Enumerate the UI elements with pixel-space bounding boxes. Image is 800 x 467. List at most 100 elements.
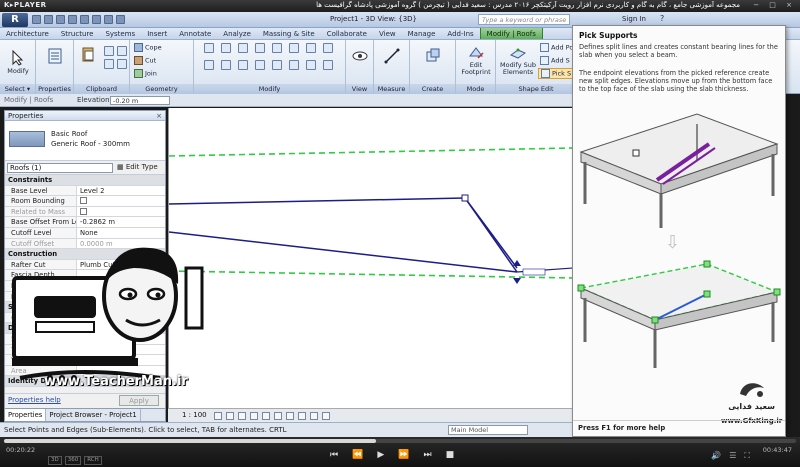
tab-insert[interactable]: Insert <box>141 28 173 39</box>
volume-icon[interactable]: 🔊 <box>711 451 721 461</box>
match-type-icon[interactable] <box>104 59 114 69</box>
tab-collaborate[interactable]: Collaborate <box>321 28 373 39</box>
tab-view[interactable]: View <box>373 28 402 39</box>
tab-structure[interactable]: Structure <box>55 28 100 39</box>
create-similar-button[interactable] <box>422 48 444 66</box>
forward-icon[interactable]: ⏩ <box>398 450 409 460</box>
offset-icon[interactable] <box>221 43 231 53</box>
modify-sub-elements-button[interactable]: Modify Sub Elements <box>498 44 538 76</box>
split-icon[interactable] <box>204 60 214 70</box>
next-icon[interactable]: ⏭ <box>423 450 431 460</box>
scale-icon[interactable] <box>255 60 265 70</box>
temp-hide-icon[interactable] <box>310 412 318 420</box>
save-icon[interactable] <box>44 15 53 24</box>
view-scale[interactable]: 1 : 100 <box>182 409 207 422</box>
detail-level-icon[interactable] <box>214 412 222 420</box>
mirror-draw-icon[interactable] <box>255 43 265 53</box>
elevation-input[interactable]: -0.20 m <box>110 96 170 105</box>
edit-type-button[interactable]: ▦ Edit Type <box>117 163 158 171</box>
tab-analyze[interactable]: Analyze <box>217 28 257 39</box>
cut-tool-icon[interactable] <box>104 46 114 56</box>
visual-style-icon[interactable] <box>226 412 234 420</box>
property-value[interactable]: Level 2 <box>77 185 165 196</box>
properties-help-link[interactable]: Properties help <box>8 396 61 404</box>
unpin-icon[interactable] <box>289 60 299 70</box>
property-value[interactable]: -0.2862 m <box>77 217 165 227</box>
help-icon[interactable]: ? <box>660 14 664 23</box>
modify-button[interactable]: Modify <box>2 50 34 75</box>
lock-3d-icon[interactable] <box>298 412 306 420</box>
tab-manage[interactable]: Manage <box>402 28 442 39</box>
badge-360[interactable]: 360 <box>64 456 82 465</box>
sun-path-icon[interactable] <box>238 412 246 420</box>
rotate-icon[interactable] <box>306 43 316 53</box>
tab-modify-roofs[interactable]: Modify | Roofs <box>479 28 543 39</box>
play-icon[interactable]: ▶ <box>377 450 384 460</box>
pick-supports-button[interactable]: Pick S <box>538 68 575 79</box>
shadows-icon[interactable] <box>250 412 258 420</box>
property-group-header[interactable]: Constraints <box>5 175 165 186</box>
instance-filter-dropdown[interactable]: Roofs (1) <box>7 163 113 173</box>
print-icon[interactable] <box>80 15 89 24</box>
type-selector[interactable]: Basic Roof Generic Roof - 300mm <box>5 121 165 161</box>
playlist-icon[interactable]: ☰ <box>729 451 736 461</box>
tab-add-ins[interactable]: Add-Ins <box>441 28 479 39</box>
cut-geometry-button[interactable]: Cut <box>134 56 156 65</box>
drawing-canvas[interactable] <box>168 108 572 408</box>
align-icon[interactable] <box>204 43 214 53</box>
player-window-controls[interactable]: − □ × <box>753 1 796 9</box>
text-icon[interactable] <box>104 15 113 24</box>
fullscreen-icon[interactable]: ⛶ <box>744 451 750 461</box>
split-gap-icon[interactable] <box>221 60 231 70</box>
add-point-button[interactable]: Add Po <box>540 43 573 52</box>
search-input[interactable]: Type a keyword or phrase <box>478 14 570 25</box>
stop-icon[interactable]: ■ <box>446 450 455 460</box>
property-value[interactable]: None <box>77 227 165 238</box>
redo-icon[interactable] <box>68 15 77 24</box>
tab-architecture[interactable]: Architecture <box>0 28 55 39</box>
open-icon[interactable] <box>32 15 41 24</box>
trim-single-icon[interactable] <box>323 60 333 70</box>
cope-button[interactable]: Cope <box>134 43 162 52</box>
property-checkbox[interactable] <box>77 196 165 206</box>
sign-in-button[interactable]: Sign In <box>622 15 646 23</box>
crop-view-icon[interactable] <box>274 412 282 420</box>
measure-icon[interactable] <box>92 15 101 24</box>
apply-button[interactable]: Apply <box>119 395 159 406</box>
badge-rch[interactable]: RCH <box>84 456 102 465</box>
view-tool-button[interactable] <box>350 48 370 66</box>
tab-annotate[interactable]: Annotate <box>173 28 217 39</box>
undo-icon[interactable] <box>56 15 65 24</box>
render-icon[interactable] <box>262 412 270 420</box>
copy-tool-icon[interactable] <box>117 46 127 56</box>
move-icon[interactable] <box>272 43 282 53</box>
paste-button[interactable] <box>76 46 100 64</box>
mirror-axis-icon[interactable] <box>238 43 248 53</box>
rewind-icon[interactable]: ⏪ <box>352 450 363 460</box>
3d-view-icon[interactable] <box>116 15 125 24</box>
tab-systems[interactable]: Systems <box>99 28 141 39</box>
application-menu-button[interactable]: R <box>2 13 28 27</box>
add-split-line-button[interactable]: Add S <box>540 56 570 65</box>
array-icon[interactable] <box>238 60 248 70</box>
tab-properties[interactable]: Properties <box>5 409 47 421</box>
badge-3d[interactable]: 3D <box>48 456 62 465</box>
previous-icon[interactable]: ⏮ <box>330 450 338 460</box>
measure-button[interactable] <box>380 48 404 66</box>
edit-footprint-button[interactable]: Edit Footprint <box>458 44 494 76</box>
checkbox-icon[interactable] <box>80 197 87 205</box>
trim-icon[interactable] <box>323 43 333 53</box>
tab-project-browser[interactable]: Project Browser - Project1 <box>46 409 141 421</box>
delete-icon[interactable] <box>306 60 316 70</box>
seek-bar[interactable] <box>4 439 796 443</box>
close-icon[interactable]: × <box>156 111 162 121</box>
properties-button[interactable] <box>40 48 70 66</box>
copy-icon[interactable] <box>289 43 299 53</box>
model-selector[interactable]: Main Model <box>448 425 528 435</box>
pin-icon[interactable] <box>272 60 282 70</box>
reveal-hidden-icon[interactable] <box>322 412 330 420</box>
paste-special-icon[interactable] <box>117 59 127 69</box>
show-crop-icon[interactable] <box>286 412 294 420</box>
tab-massing-site[interactable]: Massing & Site <box>257 28 321 39</box>
select-panel-label[interactable]: Select ▾ <box>0 84 35 94</box>
